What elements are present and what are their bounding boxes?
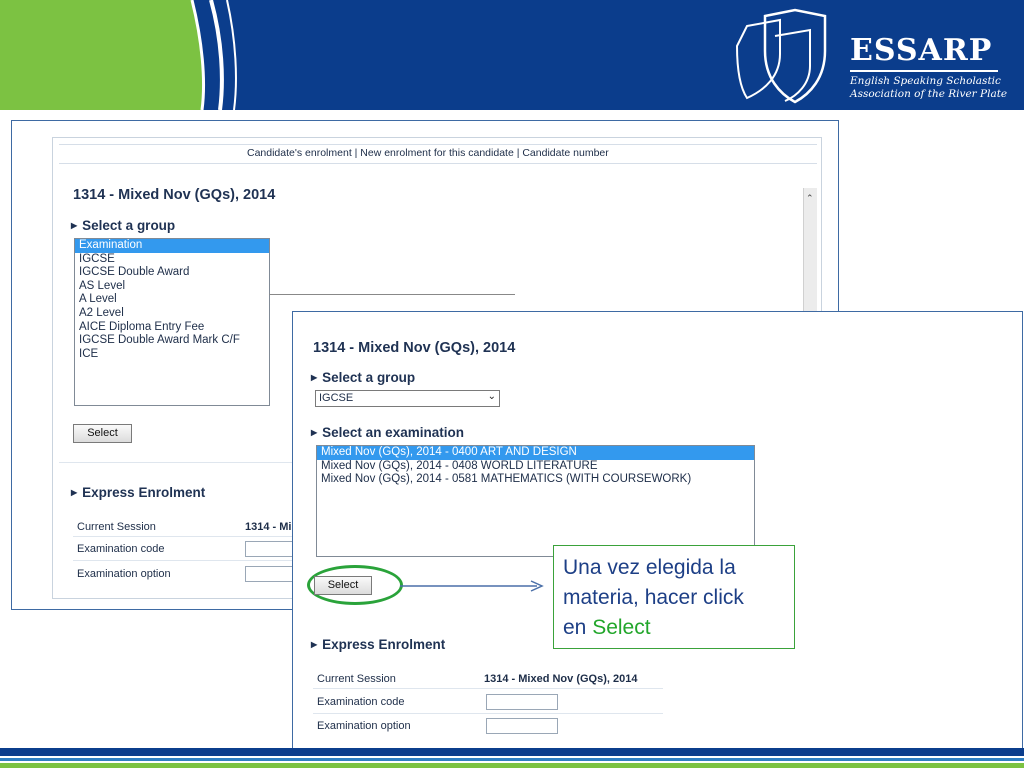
instruction-callout: Una vez elegida la materia, hacer click … — [553, 545, 795, 649]
footer-stripes — [0, 748, 1024, 768]
callout-line-2: materia, hacer click — [563, 586, 744, 609]
callout-line-3: en Select — [563, 613, 785, 643]
pointer-arrow — [400, 580, 544, 592]
callout-line-3-prefix: en — [563, 616, 593, 639]
callout-line-1: Una vez elegida la — [563, 556, 736, 579]
callout-select-highlight: Select — [592, 616, 651, 639]
